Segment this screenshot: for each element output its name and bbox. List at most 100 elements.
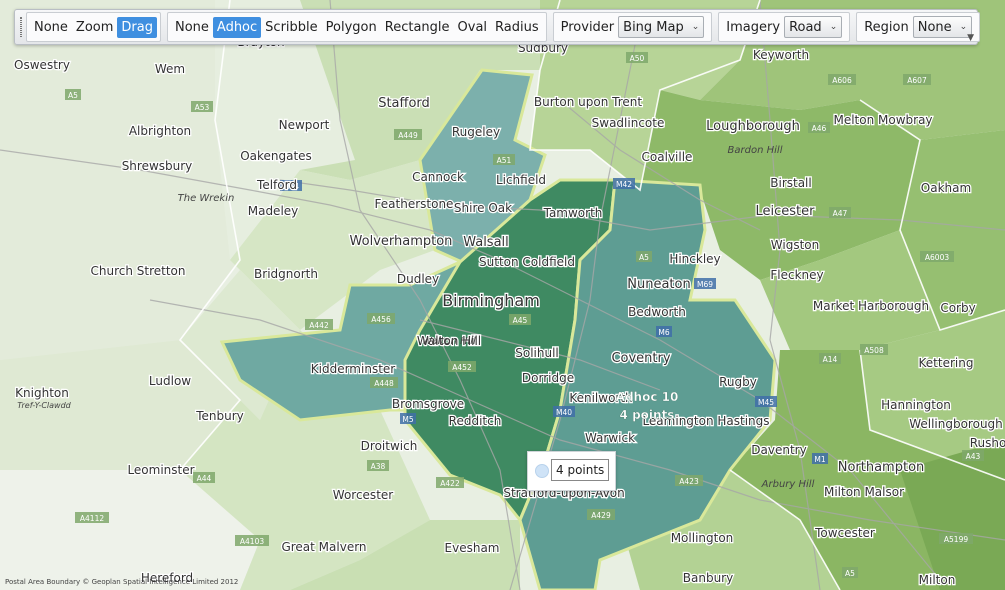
svg-text:A14: A14 [823, 355, 838, 364]
svg-text:A423: A423 [679, 477, 699, 486]
road-shield: A422 [436, 477, 464, 488]
place-label: Coventry [611, 351, 670, 366]
svg-text:A4103: A4103 [240, 537, 264, 546]
road-shield: M5 [400, 413, 416, 424]
road-shield: A442 [305, 319, 333, 330]
road-shield: A53 [191, 101, 213, 112]
region-value: None [917, 19, 952, 35]
place-label: Cannock [412, 170, 464, 184]
place-label: Rusho [970, 436, 1005, 450]
place-label: Coalville [642, 150, 693, 164]
place-label: Bromsgrove [392, 397, 464, 411]
road-shield: M45 [755, 396, 777, 407]
svg-text:A508: A508 [864, 346, 884, 355]
provider-label: Provider [560, 19, 615, 35]
place-label: Wigston [771, 238, 819, 252]
svg-text:A53: A53 [195, 103, 210, 112]
tool-adhoc-button[interactable]: Adhoc [212, 16, 262, 38]
road-shield: A47 [829, 207, 851, 218]
svg-text:A43: A43 [966, 452, 981, 461]
place-label: Nuneaton [627, 277, 690, 292]
place-label: Kettering [919, 356, 974, 370]
chevron-down-icon: ⌄ [691, 22, 700, 32]
place-label: Stafford [378, 96, 430, 111]
provider-select[interactable]: Bing Map ⌄ [618, 16, 705, 38]
tool-none-button[interactable]: None [171, 17, 213, 38]
svg-text:M69: M69 [697, 280, 713, 289]
region-select[interactable]: None ⌄ [912, 16, 973, 38]
svg-text:A45: A45 [513, 316, 528, 325]
place-label: Evesham [445, 541, 500, 555]
road-shield: M40 [553, 406, 575, 417]
map-canvas[interactable]: A5A53A449M54A51M42A50A606 A607A46A47A6003… [0, 0, 1005, 590]
place-label: Knighton [15, 386, 69, 400]
place-label: Oswestry [14, 58, 70, 72]
nav-none-button[interactable]: None [30, 17, 72, 38]
chevron-down-icon: ⌄ [829, 22, 838, 32]
svg-text:M1: M1 [814, 455, 825, 464]
svg-text:A448: A448 [374, 379, 394, 388]
svg-text:A38: A38 [371, 462, 386, 471]
road-shield: A606 [828, 74, 856, 85]
place-label: Wellingborough [909, 417, 1003, 431]
terrain-label: Walton Hill [422, 336, 476, 347]
place-label: Droitwich [361, 439, 418, 453]
tool-scribble-button[interactable]: Scribble [261, 17, 321, 38]
road-shield: M42 [613, 178, 635, 189]
place-label: Dudley [397, 272, 439, 286]
place-label: Warwick [585, 431, 635, 445]
tool-rectangle-button[interactable]: Rectangle [381, 17, 454, 38]
road-shield: A607 [903, 74, 931, 85]
road-shield: A452 [448, 361, 476, 372]
imagery-select[interactable]: Road ⌄ [784, 16, 843, 38]
svg-text:A44: A44 [197, 474, 212, 483]
place-label: Banbury [683, 571, 733, 585]
place-label: Melton Mowbray [833, 113, 932, 127]
road-shield: A50 [626, 52, 648, 63]
svg-text:A50: A50 [630, 54, 645, 63]
place-label: Shire Oak [454, 201, 512, 215]
tool-radius-button[interactable]: Radius [491, 17, 543, 38]
tool-polygon-button[interactable]: Polygon [322, 17, 381, 38]
place-label: Loughborough [706, 119, 800, 134]
road-shield: A508 [860, 344, 888, 355]
place-label: Dorridge [522, 371, 574, 385]
toolbar-grip[interactable] [20, 17, 22, 37]
place-label: Leicester [756, 204, 816, 219]
place-label: Hannington [881, 398, 951, 412]
nav-zoom-button[interactable]: Zoom [72, 17, 117, 38]
place-label: Newport [279, 118, 330, 132]
road-shield: A46 [808, 122, 830, 133]
place-label: Northampton [838, 460, 925, 475]
place-label: Walsall [463, 235, 509, 250]
place-label: Church Stretton [90, 264, 185, 278]
nav-drag-button[interactable]: Drag [117, 16, 157, 38]
place-label: Kidderminster [311, 362, 396, 376]
region-west [0, 0, 240, 360]
svg-text:M40: M40 [556, 408, 572, 417]
selection-label: Adhoc 10 [616, 390, 679, 404]
toolbar-overflow-icon[interactable]: ▼ [967, 33, 974, 43]
road-shield: A6003 [920, 251, 954, 262]
selection-tooltip: 4 points [527, 451, 616, 491]
place-label: Oakham [921, 181, 971, 195]
road-shield: M69 [694, 278, 716, 289]
tooltip-text: 4 points [551, 459, 610, 481]
road-shield: A51 [493, 154, 515, 165]
region-group: Region None ⌄ [856, 12, 981, 42]
place-label: Bridgnorth [254, 267, 318, 281]
road-shield: M6 [656, 326, 672, 337]
place-label: Telford [256, 178, 297, 192]
terrain-label: The Wrekin [178, 193, 235, 204]
svg-text:A606: A606 [832, 76, 852, 85]
svg-text:A449: A449 [398, 131, 418, 140]
svg-text:A429: A429 [591, 511, 611, 520]
map-toolbar: None Zoom Drag None Adhoc Scribble Polyg… [14, 9, 981, 45]
nav-mode-group: None Zoom Drag [26, 12, 161, 42]
road-shield: A429 [587, 509, 615, 520]
place-label: Great Malvern [281, 540, 366, 554]
tool-oval-button[interactable]: Oval [454, 17, 492, 38]
place-label: Fleckney [770, 268, 823, 282]
selection-points: 4 points [620, 408, 675, 422]
svg-text:M45: M45 [758, 398, 774, 407]
